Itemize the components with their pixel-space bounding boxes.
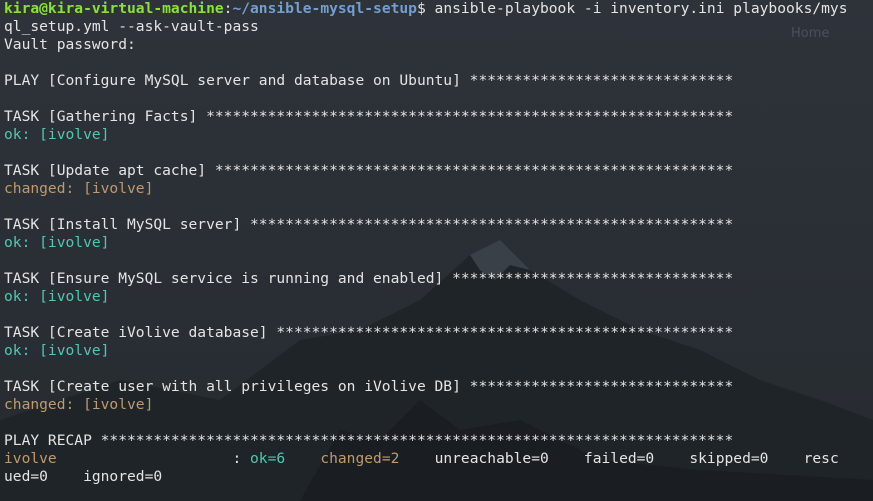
task-status: changed: [ivolve] bbox=[4, 396, 154, 413]
prompt-line: kira@kira-virtual-machine:~/ansible-mysq… bbox=[4, 0, 870, 18]
recap-line: ivolve : ok=6 changed=2 unreachable=0 fa… bbox=[4, 450, 870, 468]
terminal-output[interactable]: kira@kira-virtual-machine: ~/ansible-mysq… bbox=[4, 0, 870, 486]
recap-continuation: ued=0 ignored=0 bbox=[4, 468, 163, 485]
play-recap-header: PLAY RECAP *****************************… bbox=[4, 432, 734, 449]
task-status: changed: [ivolve] bbox=[4, 180, 154, 197]
command-continuation: ql_setup.yml --ask-vault-pass bbox=[4, 18, 259, 35]
prompt-symbol: $ bbox=[416, 0, 426, 17]
recap-ok: ok=6 bbox=[250, 450, 286, 467]
prompt-path: ~/ansible-mysql-setup bbox=[232, 0, 417, 17]
task-status: ok: [ivolve] bbox=[4, 234, 110, 251]
prompt-user-host: kira@kira-virtual-machine bbox=[4, 0, 224, 17]
vault-password-prompt: Vault password: bbox=[4, 36, 136, 53]
task-header: TASK [Gathering Facts] *****************… bbox=[4, 108, 734, 125]
command-text: ansible-playbook -i inventory.ini playbo… bbox=[425, 0, 848, 17]
task-header: TASK [Update apt cache] ****************… bbox=[4, 162, 734, 179]
task-header: TASK [Ensure MySQL service is running an… bbox=[4, 270, 734, 287]
recap-changed: changed=2 bbox=[320, 450, 400, 467]
task-header: TASK [Install MySQL server] ************… bbox=[4, 216, 734, 233]
play-header: PLAY [Configure MySQL server and databas… bbox=[4, 72, 734, 89]
task-status: ok: [ivolve] bbox=[4, 342, 110, 359]
task-status: ok: [ivolve] bbox=[4, 126, 110, 143]
recap-rest: unreachable=0 failed=0 skipped=0 resc bbox=[434, 450, 839, 467]
task-header: TASK [Create user with all privileges on… bbox=[4, 378, 734, 395]
recap-separator: : bbox=[56, 450, 251, 467]
task-header: TASK [Create iVolive database] *********… bbox=[4, 324, 734, 341]
recap-host: ivolve bbox=[4, 450, 57, 467]
task-status: ok: [ivolve] bbox=[4, 288, 110, 305]
